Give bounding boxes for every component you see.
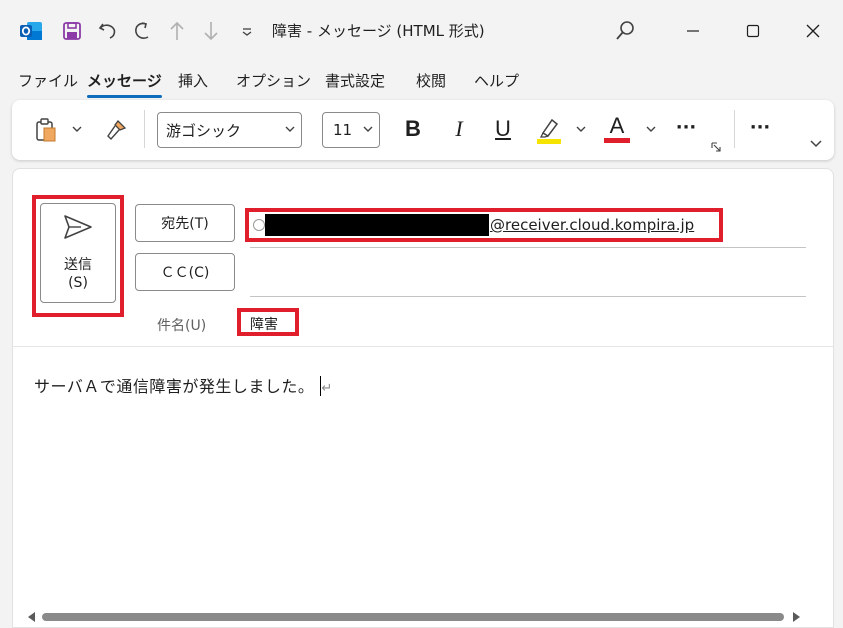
- undo-icon[interactable]: [95, 18, 121, 44]
- tab-format[interactable]: 書式設定: [325, 70, 385, 91]
- quick-access-dropdown-icon[interactable]: [238, 18, 256, 44]
- font-color-letter: A: [609, 112, 625, 138]
- paragraph-mark: ↵: [321, 381, 333, 396]
- search-icon[interactable]: [612, 18, 638, 44]
- chevron-down-icon: [363, 123, 373, 136]
- chevron-down-icon: [285, 123, 295, 136]
- arrow-up-icon[interactable]: [166, 18, 188, 44]
- tab-insert[interactable]: 挿入: [178, 70, 208, 91]
- arrow-down-icon[interactable]: [200, 18, 222, 44]
- tab-options[interactable]: オプション: [236, 70, 311, 91]
- cc-field[interactable]: [250, 296, 806, 297]
- to-field[interactable]: [250, 247, 806, 248]
- highlight-dropdown-icon[interactable]: [574, 122, 588, 136]
- compose-pane: 送信 (S) 宛先(T) ＣＣ(C) @receiver.cloud.kompi…: [12, 168, 834, 628]
- paste-dropdown-icon[interactable]: [70, 122, 84, 136]
- format-painter-icon[interactable]: [102, 116, 130, 144]
- message-body-text: サーバＡで通信障害が発生しました。: [34, 377, 315, 396]
- maximize-button[interactable]: [740, 18, 766, 44]
- menu-tabs: ファイル メッセージ 挿入 オプション 書式設定 校閲 ヘルプ: [0, 62, 843, 98]
- tab-review[interactable]: 校閲: [416, 70, 446, 91]
- italic-button[interactable]: I: [446, 114, 472, 144]
- window-title: 障害 - メッセージ (HTML 形式): [272, 22, 485, 40]
- dialog-launcher-icon[interactable]: [709, 140, 723, 154]
- minimize-button[interactable]: [680, 18, 706, 44]
- save-icon[interactable]: [60, 18, 84, 44]
- font-size-dropdown[interactable]: 11: [322, 112, 380, 148]
- tab-help[interactable]: ヘルプ: [474, 70, 519, 91]
- font-color-dropdown-icon[interactable]: [644, 122, 658, 136]
- message-body[interactable]: サーバＡで通信障害が発生しました。 ↵: [34, 373, 333, 397]
- scrollbar-thumb[interactable]: [42, 613, 784, 621]
- horizontal-scrollbar[interactable]: [26, 611, 802, 623]
- annotation-highlight-recipient: [245, 208, 723, 242]
- annotation-highlight-send: [32, 195, 124, 317]
- tab-message[interactable]: メッセージ: [87, 70, 162, 98]
- scroll-right-icon[interactable]: [790, 611, 802, 623]
- tab-file[interactable]: ファイル: [18, 70, 78, 91]
- annotation-highlight-subject: [237, 308, 299, 336]
- to-button[interactable]: 宛先(T): [135, 204, 235, 242]
- ribbon: 游ゴシック 11 B I U A ··· ···: [12, 100, 834, 160]
- bold-button[interactable]: B: [400, 114, 426, 144]
- ribbon-separator: [144, 110, 145, 148]
- redo-icon[interactable]: [130, 18, 156, 44]
- header-divider: [13, 346, 833, 347]
- font-color-button[interactable]: A: [602, 110, 632, 146]
- underline-button[interactable]: U: [490, 114, 516, 144]
- cc-button[interactable]: ＣＣ(C): [135, 253, 235, 291]
- more-format-button[interactable]: ···: [672, 114, 700, 140]
- font-name-value: 游ゴシック: [166, 121, 242, 140]
- subject-label: 件名(U): [157, 318, 207, 334]
- font-color-swatch: [604, 137, 630, 143]
- font-name-dropdown[interactable]: 游ゴシック: [157, 112, 302, 148]
- font-size-value: 11: [333, 121, 353, 139]
- ribbon-separator: [734, 110, 735, 148]
- paste-icon[interactable]: [32, 116, 60, 144]
- outlook-icon: [18, 18, 44, 44]
- more-commands-button[interactable]: ···: [746, 114, 774, 140]
- scroll-left-icon[interactable]: [26, 611, 38, 623]
- highlight-icon[interactable]: [534, 114, 564, 146]
- close-button[interactable]: [800, 18, 826, 44]
- title-bar: 障害 - メッセージ (HTML 形式): [0, 0, 843, 62]
- ribbon-expand-icon[interactable]: [808, 136, 824, 150]
